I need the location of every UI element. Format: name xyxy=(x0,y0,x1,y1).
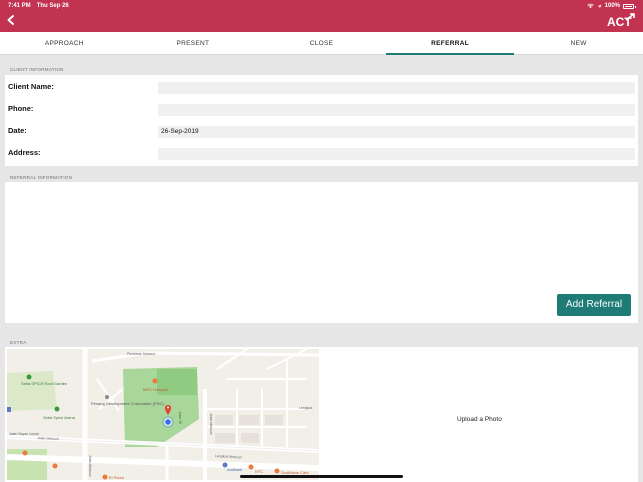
chevron-left-icon[interactable] xyxy=(4,13,18,27)
tab-new[interactable]: NEW xyxy=(514,32,643,54)
referral-information-title: REFERRAL INFORMATION xyxy=(10,175,73,180)
map-label-ambank: AmBank xyxy=(227,467,242,472)
act-logo: ACT xyxy=(607,13,635,29)
map-label-arena: Setia Spice Arena xyxy=(43,415,76,420)
navigation-bar: 7:41 PM Thu Sep 26 100% ACT xyxy=(0,0,643,32)
logo-text: ACT xyxy=(607,15,632,29)
client-name-field[interactable] xyxy=(158,82,635,94)
map-label-road-4: Jalan Mahsuri xyxy=(88,455,92,477)
upload-photo-button[interactable]: Upload a Photo xyxy=(457,416,502,423)
map-label-el-plaza: El Plaza xyxy=(109,475,124,480)
battery-percent: 100% xyxy=(604,3,620,9)
map-label-lengkok: Lengkok xyxy=(299,406,312,410)
address-label: Address: xyxy=(8,148,41,157)
date-row: Date: 26-Sep-2019 xyxy=(5,121,638,143)
wifi-icon xyxy=(586,3,594,9)
current-location-icon xyxy=(162,416,174,428)
tab-present[interactable]: PRESENT xyxy=(129,32,258,54)
client-information-title: CLIENT INFORMATION xyxy=(10,67,64,72)
tab-referral[interactable]: REFERRAL xyxy=(385,32,515,55)
map-label-jalan-bayan: Jalan Bayan Lepas xyxy=(9,432,39,436)
map-label-jalan-15: Jalan 15 xyxy=(178,411,182,424)
location-arrow-icon xyxy=(597,4,602,8)
status-date: Thu Sep 26 xyxy=(36,3,69,9)
map-canvas: Setia SPICE Roof Garden Setia Spice Aren… xyxy=(7,349,319,480)
client-information-card: Client Name: Phone: Date: 26-Sep-2019 Ad… xyxy=(5,75,638,166)
client-name-label: Client Name: xyxy=(8,82,54,91)
address-field[interactable] xyxy=(158,148,635,160)
phone-field[interactable] xyxy=(158,104,635,116)
extra-card: Setia SPICE Roof Garden Setia Spice Aren… xyxy=(5,347,638,482)
map-label-kfc: KFC xyxy=(255,469,263,474)
battery-icon xyxy=(623,3,636,9)
map-label-persiaran: Persiaran Mahsuri xyxy=(127,352,156,356)
status-indicators: 100% xyxy=(586,3,636,9)
extra-title: EXTRA xyxy=(10,340,27,345)
tab-close[interactable]: CLOSE xyxy=(257,32,386,54)
add-referral-button[interactable]: Add Referral xyxy=(557,294,631,316)
address-row: Address: xyxy=(5,143,638,165)
date-label: Date: xyxy=(8,126,27,135)
map-label-hospital: MRC Hospital xyxy=(143,387,168,392)
location-map[interactable]: Setia SPICE Roof Garden Setia Spice Aren… xyxy=(7,349,319,480)
home-indicator xyxy=(240,475,403,478)
tab-approach[interactable]: APPROACH xyxy=(0,32,129,54)
tab-bar: APPROACH PRESENT CLOSE REFERRAL NEW xyxy=(0,32,643,55)
phone-row: Phone: xyxy=(5,99,638,121)
status-time-date: 7:41 PM Thu Sep 26 xyxy=(8,3,69,9)
map-label-road-3: Jalan Mahsuri xyxy=(209,413,213,435)
map-label-roof-garden: Setia SPICE Roof Garden xyxy=(21,381,67,386)
client-name-row: Client Name: xyxy=(5,77,638,99)
map-label-pdc: Penang Development Corporation (PDC) xyxy=(91,401,164,406)
status-time: 7:41 PM xyxy=(8,3,31,9)
phone-label: Phone: xyxy=(8,104,34,113)
referral-information-card: Add Referral xyxy=(5,182,638,323)
date-field[interactable]: 26-Sep-2019 xyxy=(158,126,635,138)
